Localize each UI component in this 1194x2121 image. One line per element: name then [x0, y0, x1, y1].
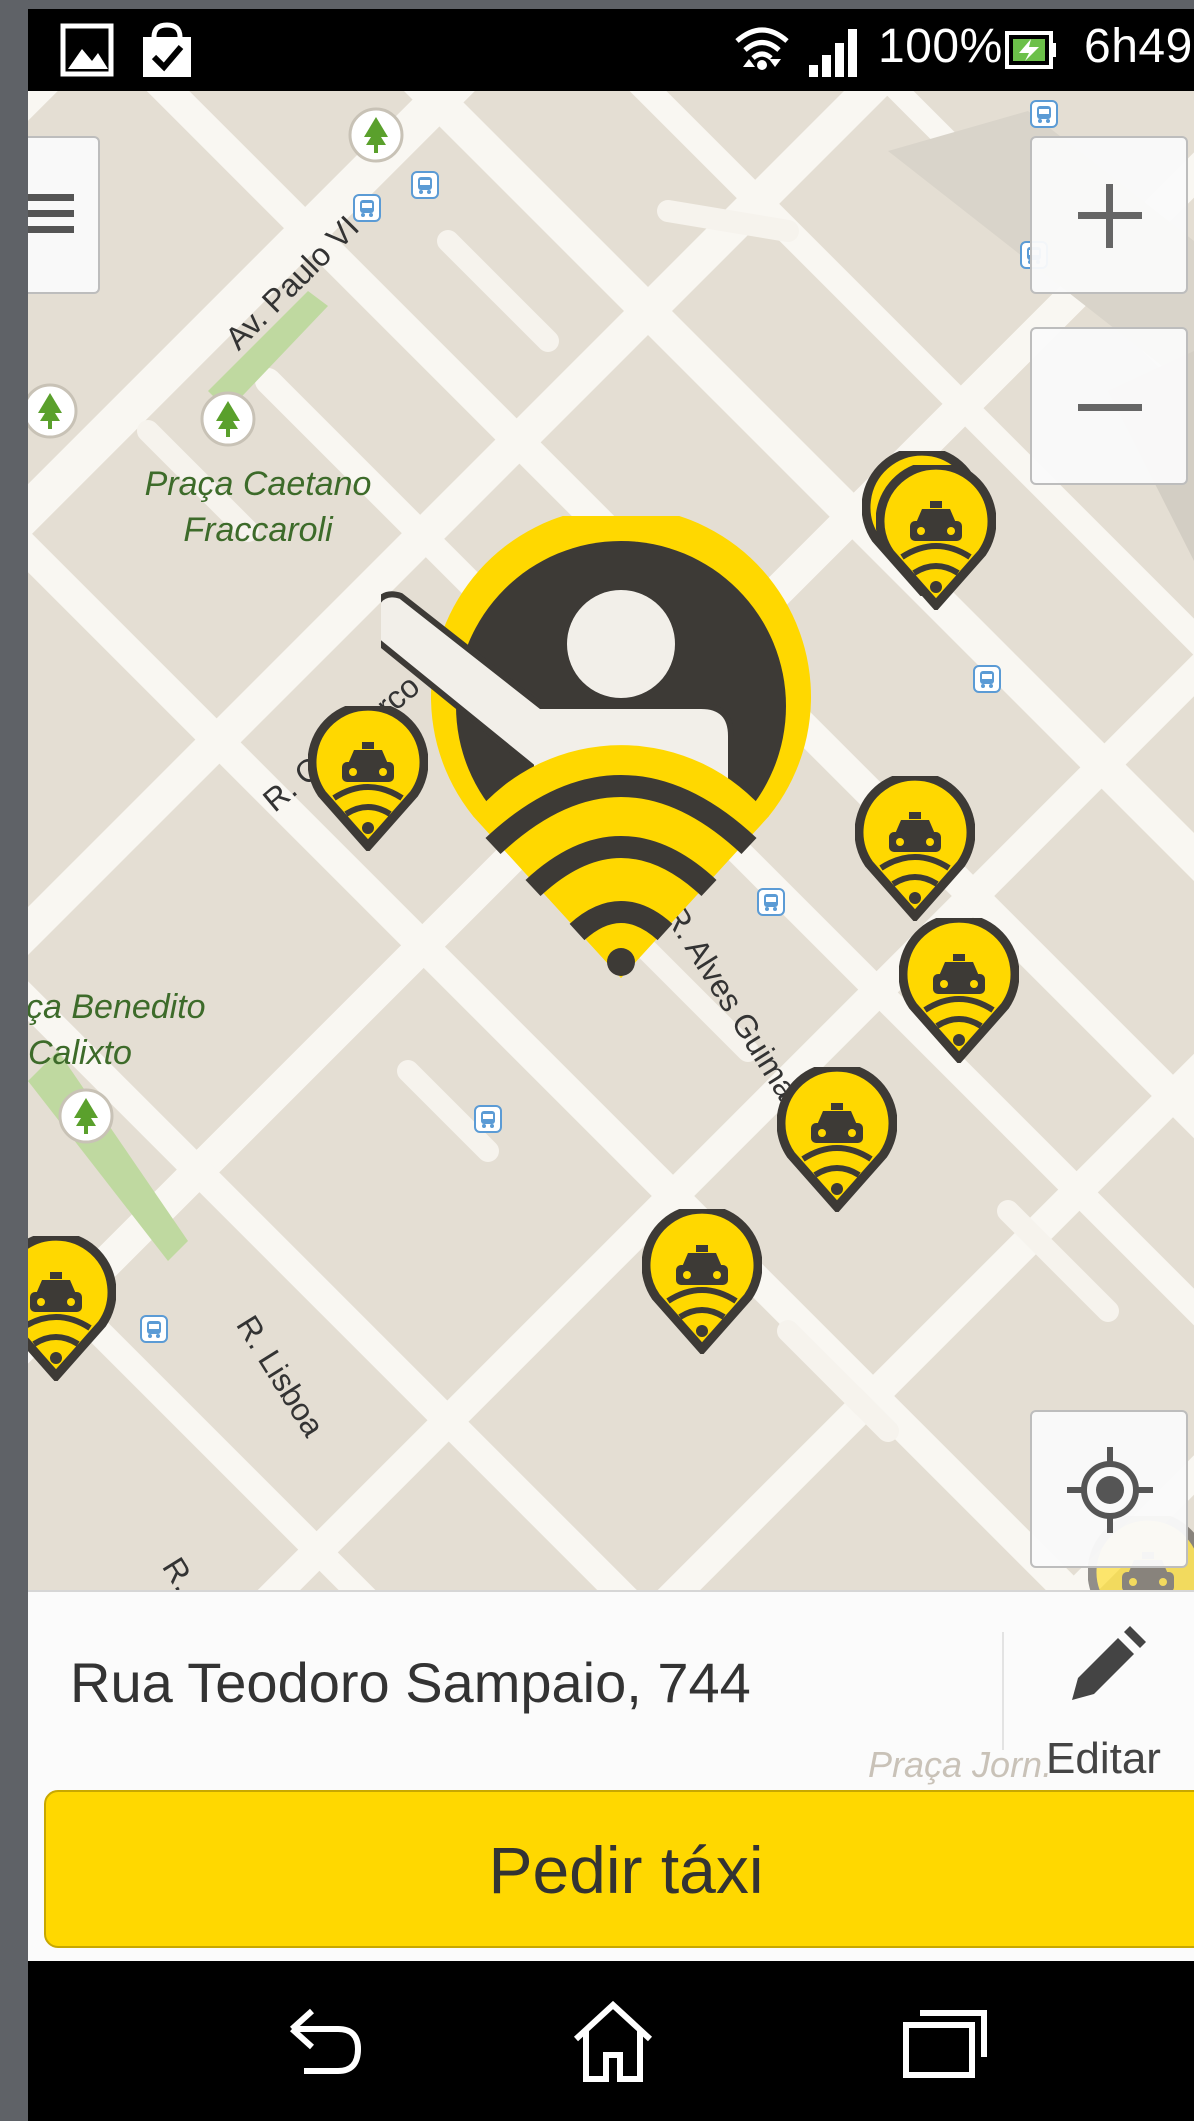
place-label-praca-caetano: Praça Caetano Fraccaroli: [108, 461, 408, 553]
place-label-line: ça Benedito: [28, 988, 206, 1026]
taxi-marker[interactable]: [855, 776, 975, 921]
task-done-icon: [143, 22, 191, 77]
order-taxi-label: Pedir táxi: [488, 1833, 764, 1907]
place-label-line: Praça Caetano: [144, 465, 372, 503]
bus-stop-icon: [474, 1105, 502, 1133]
passenger-location-icon[interactable]: [381, 516, 861, 986]
clock: 6h49: [1084, 20, 1193, 73]
place-label-line: Fraccaroli: [183, 511, 333, 549]
park-tree-icon: [58, 1088, 114, 1144]
divider: [1002, 1632, 1004, 1750]
minus-icon: [1078, 404, 1142, 411]
place-label-benedito-calixto: ça Benedito Calixto: [28, 984, 206, 1076]
bottom-panel: Praça Jorn. Rua Teodoro Sampaio, 744 Edi…: [28, 1590, 1194, 1963]
bus-stop-icon: [1030, 100, 1058, 128]
edit-address-button[interactable]: Editar: [1018, 1612, 1188, 1790]
bus-stop-icon: [411, 171, 439, 199]
taxi-marker[interactable]: [28, 1236, 116, 1381]
plus-icon: [1078, 184, 1142, 248]
map-view[interactable]: Av. Paulo VI R. Card. Arco de R. Alves G…: [28, 91, 1194, 1590]
my-location-icon: [1067, 1447, 1153, 1533]
bus-stop-icon: [973, 665, 1001, 693]
taxi-marker[interactable]: [876, 465, 996, 610]
wifi-icon: [735, 27, 789, 70]
menu-icon: [28, 194, 74, 233]
battery-icon: [1005, 31, 1056, 69]
park-tree-icon: [348, 107, 404, 163]
taxi-marker[interactable]: [777, 1067, 897, 1212]
phone-screen: 100% 6h49 Av. Paulo VI R. Arco R. Alves …: [28, 9, 1194, 2121]
my-location-button[interactable]: [1030, 1410, 1188, 1568]
navigation-bar: [28, 1961, 1194, 2121]
zoom-out-button[interactable]: [1030, 327, 1188, 485]
home-icon[interactable]: [558, 1991, 668, 2091]
bus-stop-icon: [140, 1315, 168, 1343]
order-taxi-button[interactable]: Pedir táxi: [44, 1790, 1194, 1948]
place-label-line: Calixto: [28, 1034, 132, 1072]
pencil-icon: [1072, 1626, 1146, 1700]
zoom-in-button[interactable]: [1030, 136, 1188, 294]
edit-label: Editar: [1046, 1734, 1161, 1783]
gallery-icon: [60, 23, 114, 77]
battery-percent: 100%: [878, 20, 1003, 73]
pickup-address: Rua Teodoro Sampaio, 744: [70, 1651, 751, 1714]
park-tree-icon: [200, 391, 256, 447]
status-bar: 100% 6h49: [28, 9, 1194, 91]
taxi-marker[interactable]: [899, 918, 1019, 1063]
back-icon[interactable]: [264, 1991, 374, 2091]
taxi-marker[interactable]: [642, 1209, 762, 1354]
park-tree-icon: [28, 383, 78, 439]
recent-apps-icon[interactable]: [890, 1991, 1000, 2091]
bus-stop-icon: [353, 194, 381, 222]
menu-button[interactable]: [28, 136, 100, 294]
signal-icon: [809, 29, 857, 77]
